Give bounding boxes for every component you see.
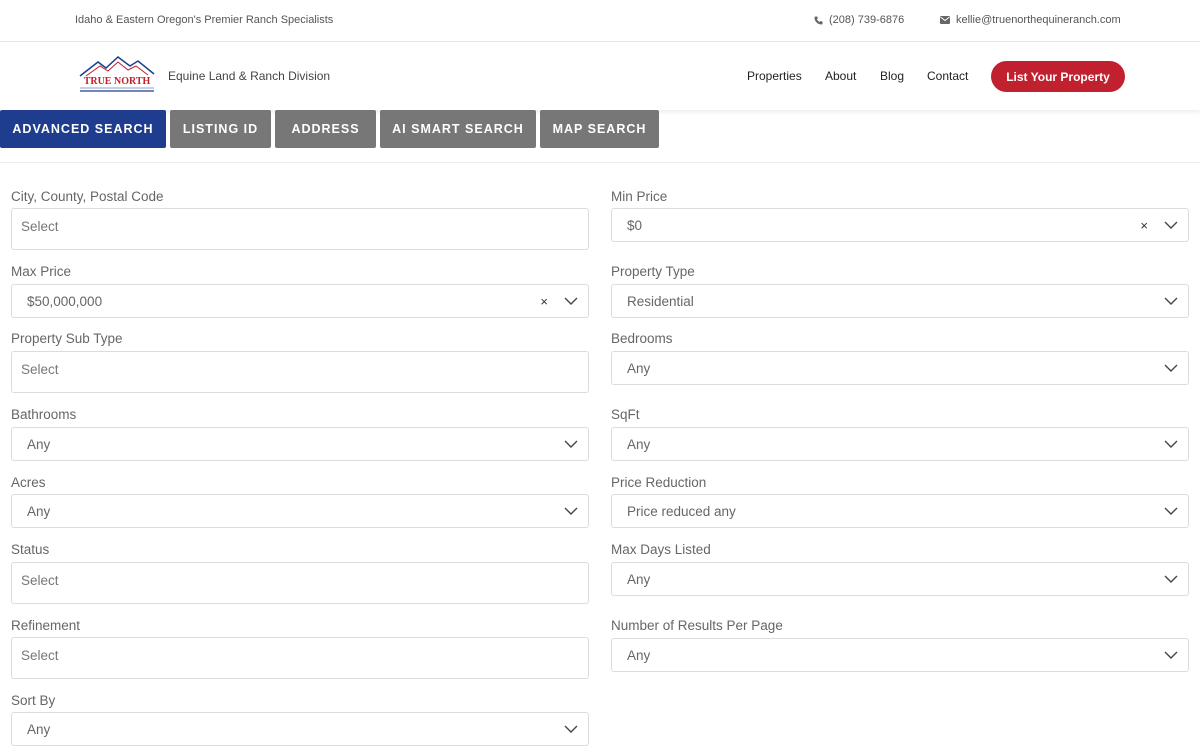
- phone-icon: [814, 15, 823, 25]
- results-per-page-value: Any: [627, 648, 651, 663]
- bathrooms-value: Any: [27, 437, 51, 452]
- sort-by-select[interactable]: Any: [11, 712, 589, 746]
- email-address: kellie@truenorthequineranch.com: [956, 14, 1121, 26]
- property-type-select[interactable]: Residential: [611, 284, 1189, 318]
- tab-advanced-search[interactable]: ADVANCED SEARCH: [0, 110, 166, 148]
- refinement-select[interactable]: Select: [11, 637, 589, 679]
- bedrooms-value: Any: [627, 361, 651, 376]
- status-select[interactable]: Select: [11, 562, 589, 604]
- division-name: Equine Land & Ranch Division: [168, 69, 331, 83]
- nav-blog[interactable]: Blog: [880, 69, 904, 83]
- property-sub-type-select[interactable]: Select: [11, 351, 589, 393]
- max-price-value: $50,000,000: [27, 294, 103, 309]
- sqft-label: SqFt: [611, 407, 640, 422]
- bedrooms-label: Bedrooms: [611, 331, 673, 346]
- results-per-page-select[interactable]: Any: [611, 638, 1189, 672]
- true-north-logo[interactable]: TRUE NORTH: [76, 54, 158, 96]
- chevron-down-icon: [1164, 297, 1178, 305]
- tagline: Idaho & Eastern Oregon's Premier Ranch S…: [75, 14, 334, 26]
- chevron-down-icon: [1164, 575, 1178, 583]
- city-select[interactable]: Select: [11, 208, 589, 250]
- price-reduction-label: Price Reduction: [611, 475, 707, 490]
- tab-listing-id[interactable]: LISTING ID: [170, 110, 271, 148]
- top-utility-bar: Idaho & Eastern Oregon's Premier Ranch S…: [0, 0, 1200, 42]
- nav-contact[interactable]: Contact: [927, 69, 968, 83]
- refinement-label: Refinement: [11, 618, 81, 633]
- chevron-down-icon: [564, 507, 578, 515]
- email-link[interactable]: kellie@truenorthequineranch.com: [940, 14, 1121, 26]
- bathrooms-label: Bathrooms: [11, 407, 77, 422]
- sqft-select[interactable]: Any: [611, 427, 1189, 461]
- phone-link[interactable]: (208) 739-6876: [814, 14, 904, 26]
- phone-number: (208) 739-6876: [829, 14, 905, 26]
- clear-icon[interactable]: ×: [540, 294, 548, 309]
- list-your-property-button[interactable]: List Your Property: [991, 61, 1125, 92]
- price-reduction-select[interactable]: Price reduced any: [611, 494, 1189, 528]
- bedrooms-select[interactable]: Any: [611, 351, 1189, 385]
- search-tabs: ADVANCED SEARCH LISTING ID ADDRESS AI SM…: [0, 110, 1200, 163]
- sqft-value: Any: [627, 437, 651, 452]
- city-placeholder: Select: [21, 219, 59, 234]
- mail-icon: [940, 16, 950, 24]
- site-header: TRUE NORTH Equine Land & Ranch Division …: [0, 42, 1200, 110]
- max-days-listed-select[interactable]: Any: [611, 562, 1189, 596]
- min-price-label: Min Price: [611, 189, 668, 204]
- min-price-select[interactable]: $0 ×: [611, 208, 1189, 242]
- results-per-page-label: Number of Results Per Page: [611, 618, 783, 633]
- refinement-placeholder: Select: [21, 648, 59, 663]
- chevron-down-icon: [1164, 440, 1178, 448]
- max-days-listed-value: Any: [627, 572, 651, 587]
- chevron-down-icon: [564, 440, 578, 448]
- max-price-select[interactable]: $50,000,000 ×: [11, 284, 589, 318]
- property-sub-type-label: Property Sub Type: [11, 331, 123, 346]
- property-sub-type-placeholder: Select: [21, 362, 59, 377]
- logo-wordmark: TRUE NORTH: [84, 76, 151, 87]
- city-label: City, County, Postal Code: [11, 189, 164, 204]
- acres-label: Acres: [11, 475, 46, 490]
- chevron-down-icon: [564, 725, 578, 733]
- tab-ai-smart-search[interactable]: AI SMART SEARCH: [380, 110, 536, 148]
- min-price-value: $0: [627, 218, 643, 233]
- max-price-label: Max Price: [11, 264, 72, 279]
- sort-by-value: Any: [27, 722, 51, 737]
- chevron-down-icon: [1164, 364, 1178, 372]
- tab-map-search[interactable]: MAP SEARCH: [540, 110, 659, 148]
- bathrooms-select[interactable]: Any: [11, 427, 589, 461]
- chevron-down-icon: [1164, 651, 1178, 659]
- property-type-label: Property Type: [611, 264, 695, 279]
- sort-by-label: Sort By: [11, 693, 56, 708]
- status-placeholder: Select: [21, 573, 59, 588]
- nav-properties[interactable]: Properties: [747, 69, 802, 83]
- chevron-down-icon: [564, 297, 578, 305]
- acres-select[interactable]: Any: [11, 494, 589, 528]
- nav-about[interactable]: About: [825, 69, 856, 83]
- max-days-listed-label: Max Days Listed: [611, 542, 711, 557]
- chevron-down-icon: [1164, 507, 1178, 515]
- status-label: Status: [11, 542, 50, 557]
- property-type-value: Residential: [627, 294, 694, 309]
- tab-address[interactable]: ADDRESS: [275, 110, 376, 148]
- chevron-down-icon: [1164, 221, 1178, 229]
- price-reduction-value: Price reduced any: [627, 504, 736, 519]
- acres-value: Any: [27, 504, 51, 519]
- clear-icon[interactable]: ×: [1140, 218, 1148, 233]
